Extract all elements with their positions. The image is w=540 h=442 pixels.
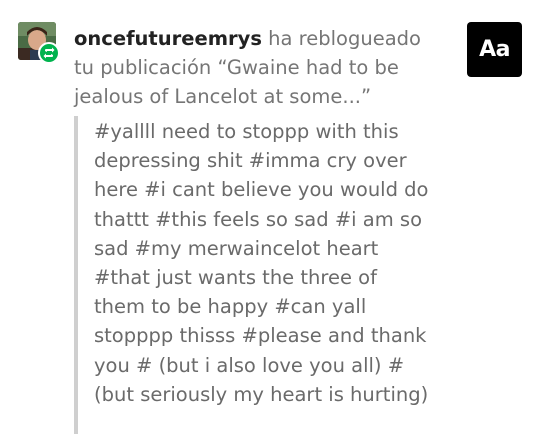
reblog-icon [38, 42, 60, 64]
username-link[interactable]: oncefutureemrys [74, 27, 262, 50]
reblog-notification: oncefutureemrys ha reblogueado tu public… [0, 0, 540, 442]
notification-text: oncefutureemrys ha reblogueado tu public… [74, 24, 444, 111]
font-size-button[interactable]: Aa [467, 22, 522, 77]
reblog-tags-text: #yallll need to stoppp with this depress… [94, 120, 429, 406]
reblog-tags-quote: #yallll need to stoppp with this depress… [74, 116, 434, 434]
avatar-container[interactable] [18, 22, 60, 64]
